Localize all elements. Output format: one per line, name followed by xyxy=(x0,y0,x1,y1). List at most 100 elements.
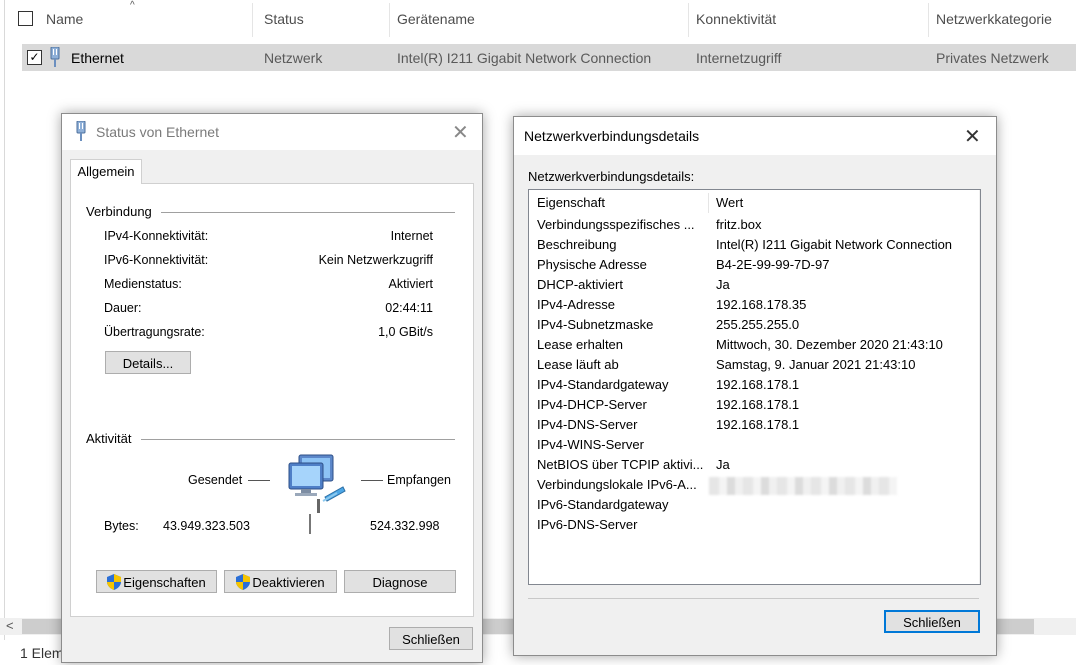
field-ipv6-label: IPv6-Konnektivität: xyxy=(104,253,209,267)
group-label-activity: Aktivität xyxy=(86,431,132,446)
list-item-property: Verbindungsspezifisches ... xyxy=(537,217,695,232)
properties-button[interactable]: Eigenschaften xyxy=(96,570,217,593)
tab-general[interactable]: Allgemein xyxy=(70,159,142,184)
disable-button[interactable]: Deaktivieren xyxy=(224,570,337,593)
column-separator[interactable] xyxy=(252,3,253,37)
uac-shield-icon xyxy=(107,574,122,590)
close-icon[interactable]: ✕ xyxy=(452,122,469,142)
list-item[interactable]: Verbindungsspezifisches ... fritz.box xyxy=(529,215,980,235)
list-item-value: Samstag, 9. Januar 2021 21:43:10 xyxy=(716,357,916,372)
list-item-value: Ja xyxy=(716,457,730,472)
bytes-divider xyxy=(309,514,311,534)
connection-details-dialog: Netzwerkverbindungsdetails ✕ Netzwerkver… xyxy=(513,116,997,656)
list-item[interactable]: IPv4-Subnetzmaske 255.255.255.0 xyxy=(529,315,980,335)
field-speed-label: Übertragungsrate: xyxy=(104,325,205,339)
list-item[interactable]: Lease läuft ab Samstag, 9. Januar 2021 21… xyxy=(529,355,980,375)
list-item[interactable]: IPv4-DHCP-Server 192.168.178.1 xyxy=(529,395,980,415)
dialog-title: Status von Ethernet xyxy=(96,124,219,140)
list-item[interactable]: Lease erhalten Mittwoch, 30. Dezember 202… xyxy=(529,335,980,355)
dialog-title: Netzwerkverbindungsdetails xyxy=(524,128,700,144)
list-item-property: Lease läuft ab xyxy=(537,357,619,372)
details-close-button[interactable]: Schließen xyxy=(884,610,980,633)
list-item-property: IPv6-DNS-Server xyxy=(537,517,638,532)
list-item[interactable]: DHCP-aktiviert Ja xyxy=(529,275,980,295)
properties-button-label: Eigenschaften xyxy=(123,575,206,590)
bytes-sent-value: 43.949.323.503 xyxy=(163,519,250,533)
close-icon[interactable]: ✕ xyxy=(964,126,981,146)
group-divider xyxy=(161,212,455,213)
select-all-checkbox[interactable] xyxy=(18,11,33,26)
list-item-property: Beschreibung xyxy=(537,237,617,252)
column-separator[interactable] xyxy=(708,193,709,213)
status-close-button[interactable]: Schließen xyxy=(389,627,473,650)
field-duration-label: Dauer: xyxy=(104,301,142,315)
list-item[interactable]: IPv6-Standardgateway xyxy=(529,495,980,515)
list-item-property: IPv4-Subnetzmaske xyxy=(537,317,654,332)
status-bar-item-count: 1 Elem xyxy=(20,645,64,661)
field-media-value: Aktiviert xyxy=(388,277,433,291)
field-ipv6-value: Kein Netzwerkzugriff xyxy=(318,253,433,267)
list-item-value: 192.168.178.1 xyxy=(716,397,800,412)
column-connectivity[interactable]: Konnektivität xyxy=(696,11,776,27)
column-name[interactable]: Name xyxy=(46,11,83,27)
list-item-value: 192.168.178.1 xyxy=(716,377,800,392)
row-checkbox[interactable]: ✓ xyxy=(27,50,42,65)
sort-arrow-icon: ^ xyxy=(130,0,135,11)
list-item[interactable]: Verbindungslokale IPv6-A... xyxy=(529,475,980,495)
column-header-value[interactable]: Wert xyxy=(716,195,743,210)
list-item-value: 255.255.255.0 xyxy=(716,317,800,332)
list-item[interactable]: IPv4-Adresse 192.168.178.35 xyxy=(529,295,980,315)
column-header-property[interactable]: Eigenschaft xyxy=(537,195,707,210)
list-item[interactable]: IPv6-DNS-Server xyxy=(529,515,980,535)
list-item[interactable]: Physische Adresse B4-2E-99-99-7D-97 xyxy=(529,255,980,275)
group-label-connection: Verbindung xyxy=(86,204,152,219)
uac-shield-icon xyxy=(236,574,251,590)
list-item-value: Ja xyxy=(716,277,730,292)
list-item-property: IPv4-Standardgateway xyxy=(537,377,669,392)
list-item-property: IPv4-DNS-Server xyxy=(537,417,638,432)
disable-button-label: Deaktivieren xyxy=(252,575,325,590)
list-item[interactable]: IPv4-WINS-Server xyxy=(529,435,980,455)
column-separator[interactable] xyxy=(928,3,929,37)
row-category: Privates Netzwerk xyxy=(936,50,1049,66)
column-network-category[interactable]: Netzwerkkategorie xyxy=(936,11,1052,27)
list-item-property: NetBIOS über TCPIP aktivi... xyxy=(537,457,704,472)
list-item-property: IPv4-DHCP-Server xyxy=(537,397,647,412)
list-item[interactable]: IPv4-DNS-Server 192.168.178.1 xyxy=(529,415,980,435)
column-separator[interactable] xyxy=(389,3,390,37)
details-listview[interactable]: Eigenschaft Wert Verbindungsspezifisches… xyxy=(528,189,981,585)
list-item[interactable]: NetBIOS über TCPIP aktivi... Ja xyxy=(529,455,980,475)
group-divider xyxy=(141,439,455,440)
list-item-value: 192.168.178.1 xyxy=(716,417,800,432)
ethernet-status-dialog: Status von Ethernet ✕ Allgemein Verbindu… xyxy=(61,113,483,663)
list-item-property: Physische Adresse xyxy=(537,257,647,272)
redacted-ipv6-value xyxy=(709,477,897,495)
dialog-titlebar[interactable]: Status von Ethernet ✕ xyxy=(62,114,482,150)
column-separator[interactable] xyxy=(688,3,689,37)
details-button[interactable]: Details... xyxy=(105,351,191,374)
ethernet-adapter-icon xyxy=(76,121,86,141)
list-item[interactable]: IPv4-Standardgateway 192.168.178.1 xyxy=(529,375,980,395)
diagnose-button[interactable]: Diagnose xyxy=(344,570,456,593)
field-media-label: Medienstatus: xyxy=(104,277,182,291)
dialog-divider xyxy=(528,598,979,599)
field-duration-value: 02:44:11 xyxy=(385,301,433,315)
row-device: Intel(R) I211 Gigabit Network Connection xyxy=(397,50,652,66)
list-item[interactable]: Beschreibung Intel(R) I211 Gigabit Networ… xyxy=(529,235,980,255)
table-row-ethernet[interactable]: ✓ Ethernet Netzwerk Intel(R) I211 Gigabi… xyxy=(22,44,1076,71)
list-item-value: fritz.box xyxy=(716,217,762,232)
received-line xyxy=(361,480,383,481)
dialog-titlebar[interactable]: Netzwerkverbindungsdetails ✕ xyxy=(514,117,996,155)
list-item-value: Intel(R) I211 Gigabit Network Connection xyxy=(716,237,953,252)
scroll-left-arrow-icon[interactable]: < xyxy=(6,618,14,633)
row-status: Netzwerk xyxy=(264,50,323,66)
bytes-label: Bytes: xyxy=(104,519,139,533)
list-item-property: Lease erhalten xyxy=(537,337,624,352)
column-device-name[interactable]: Gerätename xyxy=(397,11,475,27)
sent-label: Gesendet xyxy=(188,473,243,487)
sent-line xyxy=(248,480,270,481)
list-item-property: Verbindungslokale IPv6-A... xyxy=(537,477,697,492)
column-status[interactable]: Status xyxy=(264,11,304,27)
tab-panel-general: Verbindung IPv4-Konnektivität: Internet … xyxy=(70,183,474,617)
list-item-property: DHCP-aktiviert xyxy=(537,277,623,292)
